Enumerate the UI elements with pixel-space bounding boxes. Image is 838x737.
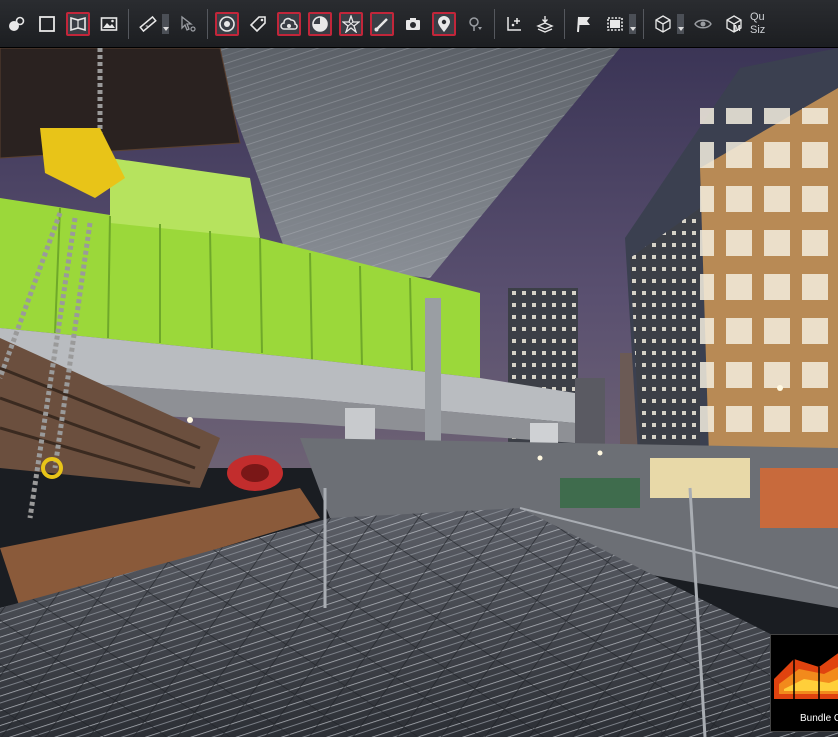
cube-view-icon bbox=[655, 14, 671, 33]
flag-button[interactable] bbox=[572, 12, 596, 36]
add-point-button[interactable] bbox=[502, 12, 526, 36]
cube-view-button[interactable] bbox=[651, 12, 675, 36]
eye-off-icon bbox=[694, 19, 712, 28]
separator bbox=[564, 8, 565, 39]
half-circle-button[interactable] bbox=[308, 11, 332, 36]
toolbar-group-3d: M bbox=[651, 12, 746, 36]
separator bbox=[207, 8, 208, 39]
bundle-thumbnail[interactable]: Bundle C bbox=[770, 634, 838, 732]
tag-button[interactable] bbox=[246, 12, 270, 36]
select-box-icon bbox=[607, 16, 623, 31]
pin-down-button[interactable] bbox=[463, 12, 487, 36]
add-point-icon bbox=[507, 16, 521, 31]
flag-icon bbox=[577, 16, 590, 32]
panorama-icon bbox=[70, 16, 86, 31]
half-circle-icon bbox=[312, 15, 328, 32]
cloud-icon bbox=[280, 17, 298, 30]
layer-stack-button[interactable] bbox=[533, 12, 557, 36]
toolbar-group-measure bbox=[136, 12, 200, 36]
cursor-point-icon bbox=[181, 15, 196, 32]
eye-off-button[interactable] bbox=[691, 12, 715, 36]
target-dots-button[interactable] bbox=[4, 12, 28, 36]
star-mesh-button[interactable] bbox=[339, 11, 363, 36]
panorama-button[interactable] bbox=[66, 11, 90, 36]
bundle-preview-image bbox=[774, 639, 838, 709]
separator bbox=[643, 8, 644, 39]
toolbar-group-annotate bbox=[215, 11, 487, 36]
location-pin-button[interactable] bbox=[432, 11, 456, 36]
star-mesh-icon bbox=[342, 14, 360, 33]
target-dots-icon bbox=[9, 16, 25, 31]
select-box-button[interactable] bbox=[603, 12, 627, 36]
camera-icon bbox=[406, 17, 420, 30]
brush-button[interactable] bbox=[370, 11, 394, 36]
toolbar-group-points bbox=[502, 12, 557, 36]
panorama-viewport[interactable] bbox=[0, 48, 838, 737]
square-button[interactable] bbox=[35, 12, 59, 36]
toolbar: M Qu Siz bbox=[0, 0, 838, 48]
cube-view-dropdown[interactable] bbox=[677, 13, 684, 34]
brush-icon bbox=[374, 17, 388, 31]
truncated-size-label: Siz bbox=[750, 23, 766, 36]
ruler-button[interactable] bbox=[136, 12, 160, 36]
cube-m-icon: M bbox=[726, 14, 742, 33]
location-pin-icon bbox=[438, 15, 450, 32]
circle-target-icon bbox=[219, 15, 235, 32]
image-button[interactable] bbox=[97, 12, 121, 36]
layer-stack-icon bbox=[536, 15, 554, 33]
panorama-image bbox=[0, 48, 838, 737]
select-box-dropdown[interactable] bbox=[629, 13, 636, 34]
pin-down-icon bbox=[469, 16, 482, 31]
svg-text:M: M bbox=[734, 24, 741, 33]
toolbar-group-select bbox=[572, 12, 636, 36]
tag-icon bbox=[249, 15, 266, 32]
truncated-quality-label: Qu bbox=[750, 10, 765, 23]
separator bbox=[494, 8, 495, 39]
camera-button[interactable] bbox=[401, 12, 425, 36]
circle-target-button[interactable] bbox=[215, 11, 239, 36]
bundle-thumbnail-label: Bundle C bbox=[800, 713, 838, 724]
ruler-icon bbox=[139, 15, 157, 32]
toolbar-truncated-info: Qu Siz bbox=[750, 11, 765, 37]
separator bbox=[128, 8, 129, 39]
toolbar-group-view bbox=[4, 11, 121, 36]
cloud-button[interactable] bbox=[277, 11, 301, 36]
cube-m-button[interactable]: M bbox=[722, 12, 746, 36]
ruler-dropdown[interactable] bbox=[162, 13, 169, 34]
square-icon bbox=[39, 15, 55, 32]
image-icon bbox=[100, 16, 118, 31]
cursor-point-button[interactable] bbox=[176, 12, 200, 36]
